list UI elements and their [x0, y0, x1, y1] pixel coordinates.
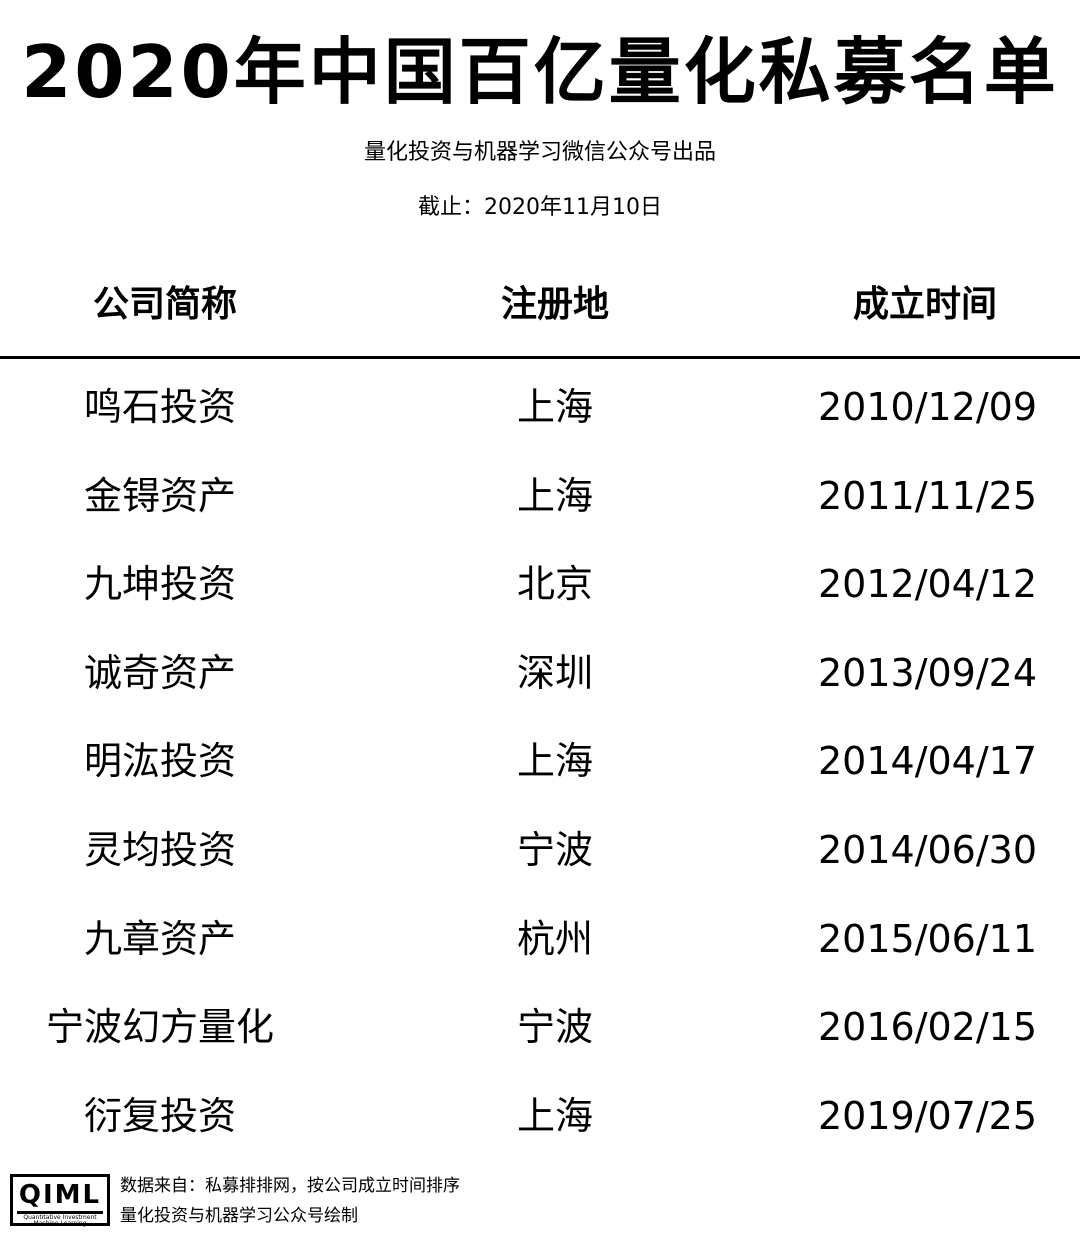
table-row: 鸣石投资 上海 2010/12/09: [0, 370, 1080, 459]
footer: QIML Quantitative Investment Machine Lea…: [0, 1168, 1080, 1234]
as-of-date: 截止：2020年11月10日: [418, 195, 662, 220]
cell-founded: 2015/06/11: [817, 916, 1038, 961]
cell-company: 九坤投资: [83, 562, 236, 607]
table-row: 九坤投资 北京 2012/04/12: [0, 547, 1080, 636]
cell-location: 上海: [516, 739, 593, 784]
table-row: 诚奇资产 深圳 2013/09/24: [0, 636, 1080, 725]
cell-location: 北京: [516, 562, 593, 607]
cell-founded: 2014/06/30: [817, 827, 1038, 872]
qiml-logo: QIML Quantitative Investment Machine Lea…: [10, 1174, 110, 1227]
header-founded: 成立时间: [852, 284, 997, 325]
data-source-note: 数据来自：私募排排网，按公司成立时间排序: [120, 1176, 460, 1196]
table-row: 九章资产 杭州 2015/06/11: [0, 902, 1080, 991]
logo-mark: QIML: [18, 1180, 102, 1210]
table-row: 衍复投资 上海 2019/07/25: [0, 1079, 1080, 1168]
cell-company: 鸣石投资: [83, 385, 236, 429]
header-location: 注册地: [500, 284, 609, 325]
table-row: 灵均投资 宁波 2014/06/30: [0, 813, 1080, 902]
table-row: 明汯投资 上海 2014/04/17: [0, 724, 1080, 813]
cell-company: 灵均投资: [83, 827, 236, 872]
cell-founded: 2016/02/15: [817, 1005, 1038, 1050]
cell-location: 宁波: [516, 1005, 593, 1050]
cell-company: 宁波幻方量化: [45, 1005, 274, 1050]
credit-note: 量化投资与机器学习公众号绘制: [120, 1206, 358, 1226]
table-header: 公司简称 注册地 成立时间: [0, 270, 1080, 356]
cell-founded: 2013/09/24: [817, 650, 1038, 695]
header-company: 公司简称: [92, 284, 237, 325]
cell-founded: 2010/12/09: [817, 385, 1038, 429]
cell-founded: 2012/04/12: [817, 562, 1038, 607]
cell-founded: 2014/04/17: [817, 739, 1038, 784]
cell-location: 深圳: [516, 650, 593, 695]
header-divider: [0, 356, 1080, 359]
table-row: 宁波幻方量化 宁波 2016/02/15: [0, 990, 1080, 1079]
fund-table: 公司简称 注册地 成立时间 鸣石投资 上海 2010/12/09 金锝资产 上海…: [0, 270, 1080, 1138]
cell-founded: 2019/07/25: [817, 1093, 1038, 1138]
subtitle: 量化投资与机器学习微信公众号出品: [363, 140, 716, 165]
logo-tagline-2: Machine Learning: [33, 1220, 87, 1227]
cell-location: 宁波: [516, 827, 593, 872]
cell-location: 上海: [516, 385, 593, 429]
cell-company: 衍复投资: [83, 1093, 236, 1138]
table-row: 金锝资产 上海 2011/11/25: [0, 459, 1080, 548]
cell-company: 金锝资产: [83, 473, 236, 518]
cell-location: 上海: [516, 1093, 593, 1138]
cell-company: 九章资产: [83, 916, 236, 961]
cell-founded: 2011/11/25: [817, 473, 1038, 518]
table-body: 鸣石投资 上海 2010/12/09 金锝资产 上海 2011/11/25 九坤…: [0, 370, 1080, 1167]
cell-company: 诚奇资产: [83, 650, 236, 695]
cell-company: 明汯投资: [83, 739, 236, 784]
cell-location: 上海: [516, 473, 593, 518]
cell-location: 杭州: [516, 916, 593, 961]
page-title: 2020年中国百亿量化私募名单: [21, 30, 1059, 114]
